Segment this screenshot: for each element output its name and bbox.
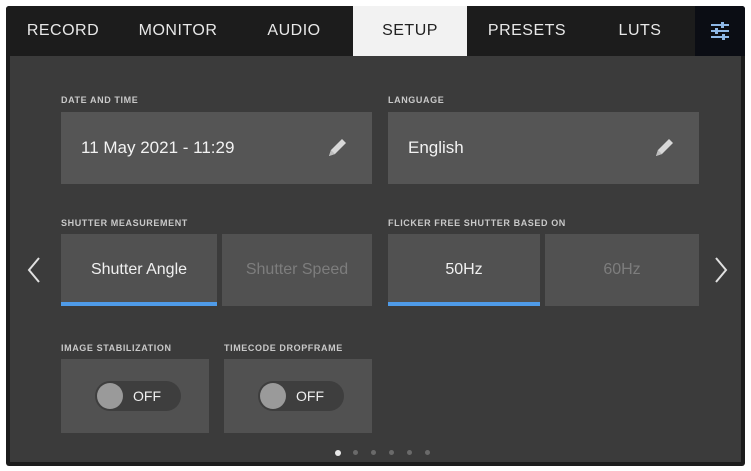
50hz-option[interactable]: 50Hz: [388, 234, 540, 306]
shutter-measurement-label: SHUTTER MEASUREMENT: [61, 218, 188, 228]
toggle-knob: [260, 383, 286, 409]
page-indicator: [335, 449, 445, 458]
page-dot-3[interactable]: [371, 450, 376, 455]
tab-presets[interactable]: PRESETS: [472, 6, 582, 56]
tab-setup[interactable]: SETUP: [353, 6, 467, 56]
image-stabilization-card: OFF: [61, 359, 209, 433]
selected-indicator: [61, 302, 217, 306]
60hz-label: 60Hz: [603, 261, 641, 278]
date-time-label: DATE AND TIME: [61, 95, 139, 105]
50hz-label: 50Hz: [445, 261, 483, 278]
shutter-angle-label: Shutter Angle: [90, 261, 188, 278]
page-dot-1[interactable]: [335, 449, 341, 456]
camera-setup-screen: RECORD MONITOR AUDIO SETUP PRESETS LUTS: [6, 6, 745, 466]
date-time-field[interactable]: 11 May 2021 - 11:29: [61, 112, 372, 184]
language-value: English: [408, 138, 464, 157]
tab-record[interactable]: RECORD: [10, 6, 116, 56]
60hz-option[interactable]: 60Hz: [545, 234, 699, 306]
timecode-dropframe-toggle[interactable]: OFF: [258, 381, 344, 411]
page-dot-2[interactable]: [353, 450, 358, 455]
toggle-knob: [97, 383, 123, 409]
image-stabilization-toggle[interactable]: OFF: [95, 381, 181, 411]
tab-bar: RECORD MONITOR AUDIO SETUP PRESETS LUTS: [6, 6, 745, 56]
page-dot-5[interactable]: [407, 450, 412, 455]
page-dot-4[interactable]: [389, 450, 394, 455]
image-stabilization-label: IMAGE STABILIZATION: [61, 343, 172, 353]
language-field[interactable]: English: [388, 112, 699, 184]
timecode-dropframe-state: OFF: [296, 388, 324, 404]
shutter-angle-option[interactable]: Shutter Angle: [61, 234, 217, 306]
tab-audio[interactable]: AUDIO: [240, 6, 348, 56]
setup-panel: DATE AND TIME 11 May 2021 - 11:29 LANGUA…: [10, 56, 741, 462]
timecode-dropframe-label: TIMECODE DROPFRAME: [224, 343, 343, 353]
language-label: LANGUAGE: [388, 95, 445, 105]
shutter-speed-label: Shutter Speed: [245, 261, 349, 278]
selected-indicator: [388, 302, 540, 306]
shutter-speed-option[interactable]: Shutter Speed: [222, 234, 372, 306]
tab-monitor[interactable]: MONITOR: [122, 6, 234, 56]
pencil-icon: [656, 139, 673, 156]
tab-luts[interactable]: LUTS: [588, 6, 692, 56]
date-time-value: 11 May 2021 - 11:29: [81, 138, 235, 157]
pencil-icon: [329, 139, 346, 156]
sliders-icon: [711, 22, 729, 40]
chevron-left-icon[interactable]: [26, 256, 42, 284]
timecode-dropframe-card: OFF: [224, 359, 372, 433]
image-stabilization-state: OFF: [133, 388, 161, 404]
chevron-right-icon[interactable]: [713, 256, 729, 284]
settings-button[interactable]: [695, 6, 745, 56]
page-dot-6[interactable]: [425, 450, 430, 455]
flicker-free-label: FLICKER FREE SHUTTER BASED ON: [388, 218, 566, 228]
